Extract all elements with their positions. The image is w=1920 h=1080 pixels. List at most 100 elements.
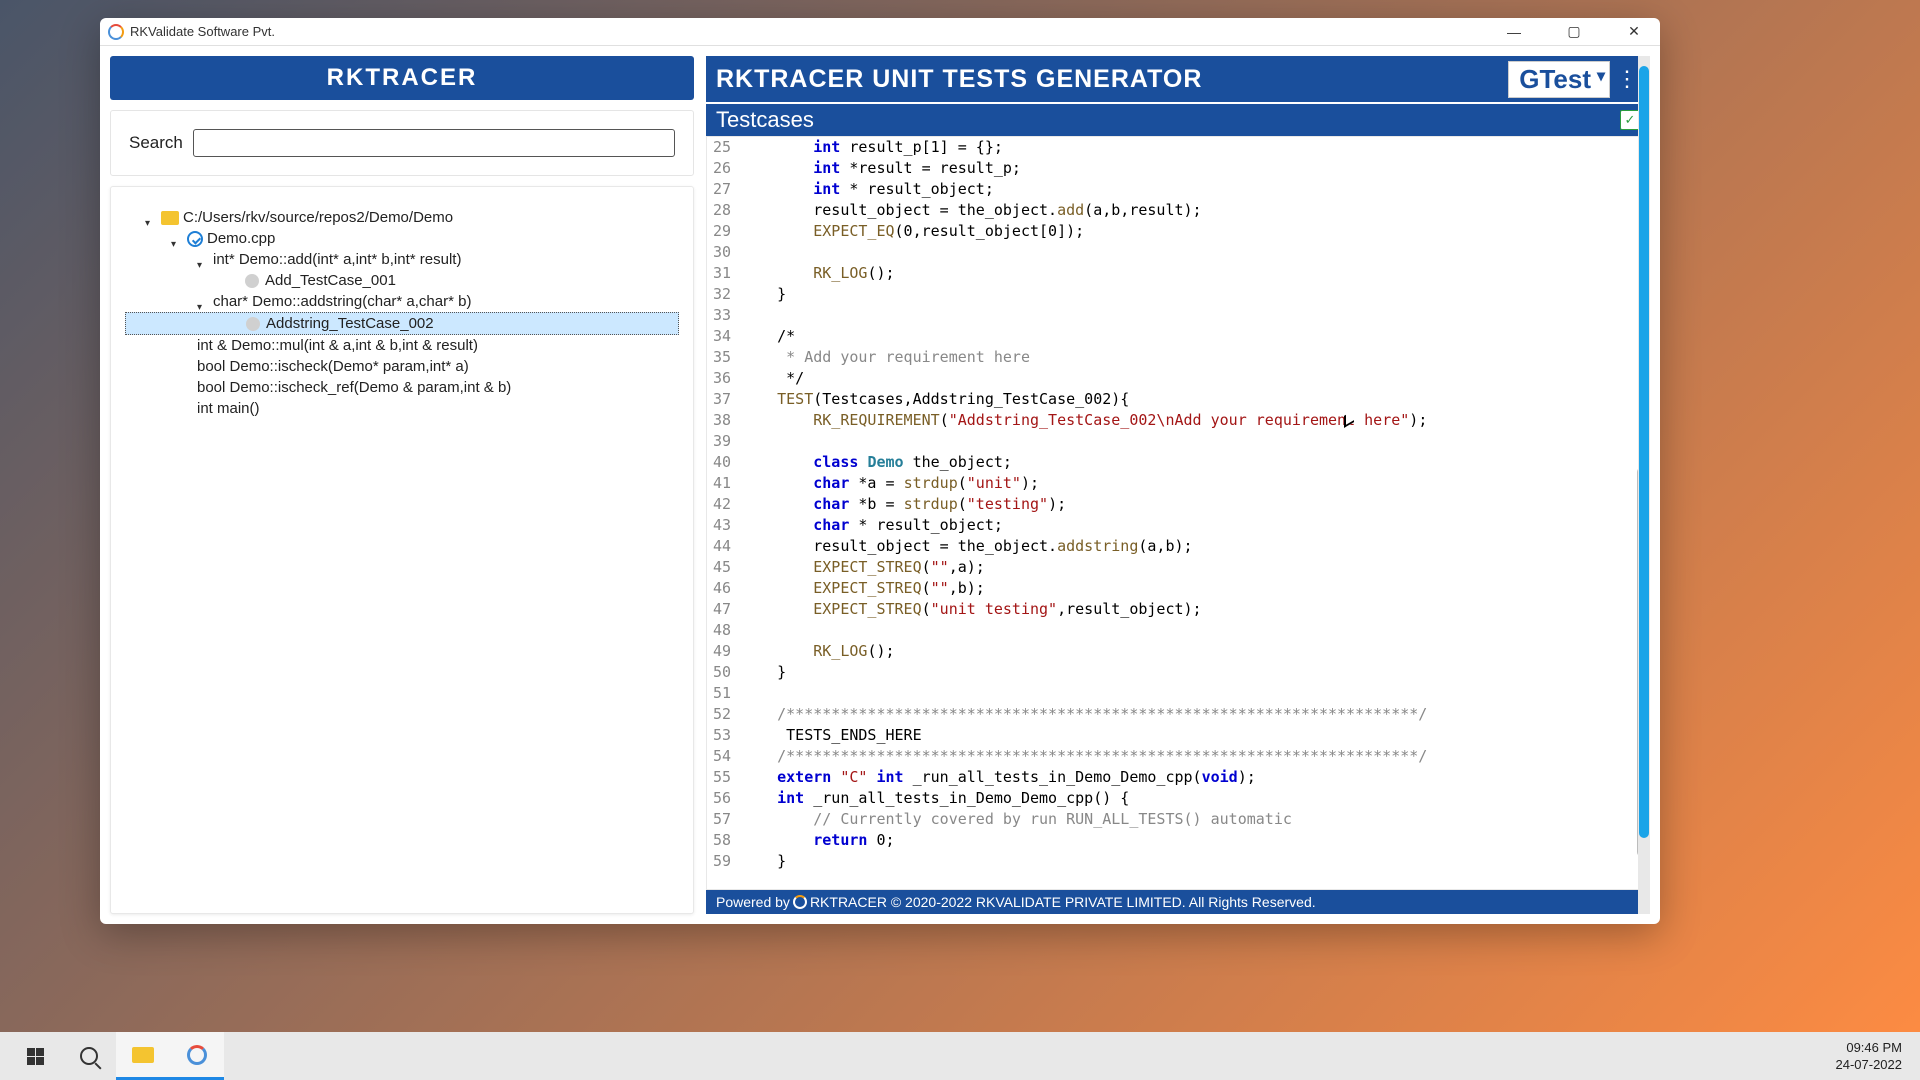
- code-text: class Demo the_object;: [741, 452, 1012, 473]
- code-line[interactable]: 53 TESTS_ENDS_HERE: [707, 725, 1649, 746]
- code-text: EXPECT_STREQ("unit testing",result_objec…: [741, 599, 1202, 620]
- taskbar-app-button[interactable]: [170, 1032, 224, 1080]
- line-number: 43: [707, 515, 741, 536]
- subheader-label: Testcases: [716, 107, 814, 133]
- line-number: 54: [707, 746, 741, 767]
- code-line[interactable]: 27 int * result_object;: [707, 179, 1649, 200]
- code-line[interactable]: 41 char *a = strdup("unit");: [707, 473, 1649, 494]
- code-text: /***************************************…: [741, 704, 1427, 725]
- code-line[interactable]: 58 return 0;: [707, 830, 1649, 851]
- code-line[interactable]: 43 char * result_object;: [707, 515, 1649, 536]
- tree-label: Demo.cpp: [207, 230, 275, 247]
- tree-testcase-selected[interactable]: Addstring_TestCase_002: [125, 312, 679, 335]
- code-line[interactable]: 40 class Demo the_object;: [707, 452, 1649, 473]
- right-title: RKTRACER UNIT TESTS GENERATOR: [716, 65, 1202, 94]
- footer-prefix: Powered by: [716, 894, 790, 910]
- testcase-icon: [246, 317, 260, 331]
- tree-root[interactable]: C:/Users/rkv/source/repos2/Demo/Demo: [125, 207, 679, 228]
- code-line[interactable]: 36 */: [707, 368, 1649, 389]
- code-line[interactable]: 32 }: [707, 284, 1649, 305]
- panel-scrollbar[interactable]: [1638, 56, 1650, 914]
- tree-function[interactable]: int & Demo::mul(int & a,int & b,int & re…: [125, 335, 679, 356]
- line-number: 35: [707, 347, 741, 368]
- start-button[interactable]: [8, 1032, 62, 1080]
- code-line[interactable]: 29 EXPECT_EQ(0,result_object[0]);: [707, 221, 1649, 242]
- clock-time: 09:46 PM: [1836, 1039, 1903, 1056]
- tree-function[interactable]: char* Demo::addstring(char* a,char* b): [125, 291, 679, 312]
- code-line[interactable]: 52 /************************************…: [707, 704, 1649, 725]
- line-number: 47: [707, 599, 741, 620]
- code-editor[interactable]: 25 int result_p[1] = {};26 int *result =…: [706, 136, 1650, 890]
- code-line[interactable]: 39: [707, 431, 1649, 452]
- code-line[interactable]: 49 RK_LOG();: [707, 641, 1649, 662]
- tree-label: bool Demo::ischeck_ref(Demo & param,int …: [197, 379, 511, 396]
- system-tray[interactable]: 09:46 PM 24-07-2022: [1836, 1039, 1913, 1073]
- apply-check-icon[interactable]: ✓: [1620, 110, 1640, 130]
- tree-label: C:/Users/rkv/source/repos2/Demo/Demo: [183, 209, 453, 226]
- code-line[interactable]: 56 int _run_all_tests_in_Demo_Demo_cpp()…: [707, 788, 1649, 809]
- code-line[interactable]: 50 }: [707, 662, 1649, 683]
- project-tree[interactable]: C:/Users/rkv/source/repos2/Demo/Demo Dem…: [110, 186, 694, 914]
- tree-function[interactable]: bool Demo::ischeck(Demo* param,int* a): [125, 356, 679, 377]
- windows-logo-icon: [27, 1048, 44, 1065]
- window-title: RKValidate Software Pvt.: [130, 24, 275, 39]
- code-line[interactable]: 54 /************************************…: [707, 746, 1649, 767]
- tree-label: char* Demo::addstring(char* a,char* b): [213, 293, 471, 310]
- app-window: RKValidate Software Pvt. — ▢ ✕ RKTRACER …: [100, 18, 1660, 924]
- close-button[interactable]: ✕: [1614, 18, 1654, 46]
- code-line[interactable]: 42 char *b = strdup("testing");: [707, 494, 1649, 515]
- code-line[interactable]: 44 result_object = the_object.addstring(…: [707, 536, 1649, 557]
- code-line[interactable]: 37 TEST(Testcases,Addstring_TestCase_002…: [707, 389, 1649, 410]
- code-line[interactable]: 30: [707, 242, 1649, 263]
- code-text: char *a = strdup("unit");: [741, 473, 1039, 494]
- code-line[interactable]: 46 EXPECT_STREQ("",b);: [707, 578, 1649, 599]
- line-number: 41: [707, 473, 741, 494]
- code-text: // Currently covered by run RUN_ALL_TEST…: [741, 809, 1292, 830]
- right-panel: RKTRACER UNIT TESTS GENERATOR GTest ⋮ Te…: [706, 56, 1650, 914]
- code-line[interactable]: 34 /*: [707, 326, 1649, 347]
- minimize-button[interactable]: —: [1494, 18, 1534, 46]
- caret-icon[interactable]: [145, 213, 155, 223]
- code-line[interactable]: 59 }: [707, 851, 1649, 872]
- tree-label: int main(): [197, 400, 260, 417]
- framework-dropdown[interactable]: GTest: [1508, 61, 1610, 98]
- caret-icon[interactable]: [171, 234, 181, 244]
- tree-function[interactable]: int main(): [125, 398, 679, 419]
- code-line[interactable]: 38 RK_REQUIREMENT("Addstring_TestCase_00…: [707, 410, 1649, 431]
- line-number: 57: [707, 809, 741, 830]
- footer-bar: Powered by RKTRACER © 2020-2022 RKVALIDA…: [706, 890, 1650, 914]
- maximize-button[interactable]: ▢: [1554, 18, 1594, 46]
- code-line[interactable]: 55 extern "C" int _run_all_tests_in_Demo…: [707, 767, 1649, 788]
- code-line[interactable]: 26 int *result = result_p;: [707, 158, 1649, 179]
- code-line[interactable]: 33: [707, 305, 1649, 326]
- code-line[interactable]: 31 RK_LOG();: [707, 263, 1649, 284]
- taskbar-explorer-button[interactable]: [116, 1032, 170, 1080]
- scrollbar-thumb[interactable]: [1639, 66, 1649, 838]
- code-text: int * result_object;: [741, 179, 994, 200]
- testcases-subheader: Testcases ✓: [706, 104, 1650, 136]
- code-line[interactable]: 25 int result_p[1] = {};: [707, 137, 1649, 158]
- code-text: RK_REQUIREMENT("Addstring_TestCase_002\n…: [741, 410, 1427, 431]
- tree-function[interactable]: bool Demo::ischeck_ref(Demo & param,int …: [125, 377, 679, 398]
- search-input[interactable]: [193, 129, 675, 157]
- tree-testcase[interactable]: Add_TestCase_001: [125, 270, 679, 291]
- line-number: 51: [707, 683, 741, 704]
- caret-icon[interactable]: [197, 297, 207, 307]
- tree-file[interactable]: Demo.cpp: [125, 228, 679, 249]
- tree-label: bool Demo::ischeck(Demo* param,int* a): [197, 358, 469, 375]
- code-line[interactable]: 48: [707, 620, 1649, 641]
- line-number: 37: [707, 389, 741, 410]
- code-line[interactable]: 45 EXPECT_STREQ("",a);: [707, 557, 1649, 578]
- footer-logo-icon: [793, 895, 807, 909]
- tree-function[interactable]: int* Demo::add(int* a,int* b,int* result…: [125, 249, 679, 270]
- code-line[interactable]: 51: [707, 683, 1649, 704]
- code-line[interactable]: 57 // Currently covered by run RUN_ALL_T…: [707, 809, 1649, 830]
- caret-icon[interactable]: [197, 255, 207, 265]
- code-line[interactable]: 28 result_object = the_object.add(a,b,re…: [707, 200, 1649, 221]
- line-number: 34: [707, 326, 741, 347]
- line-number: 33: [707, 305, 741, 326]
- code-line[interactable]: 35 * Add your requirement here: [707, 347, 1649, 368]
- app-icon: [187, 1045, 207, 1065]
- code-line[interactable]: 47 EXPECT_STREQ("unit testing",result_ob…: [707, 599, 1649, 620]
- taskbar-search-button[interactable]: [62, 1032, 116, 1080]
